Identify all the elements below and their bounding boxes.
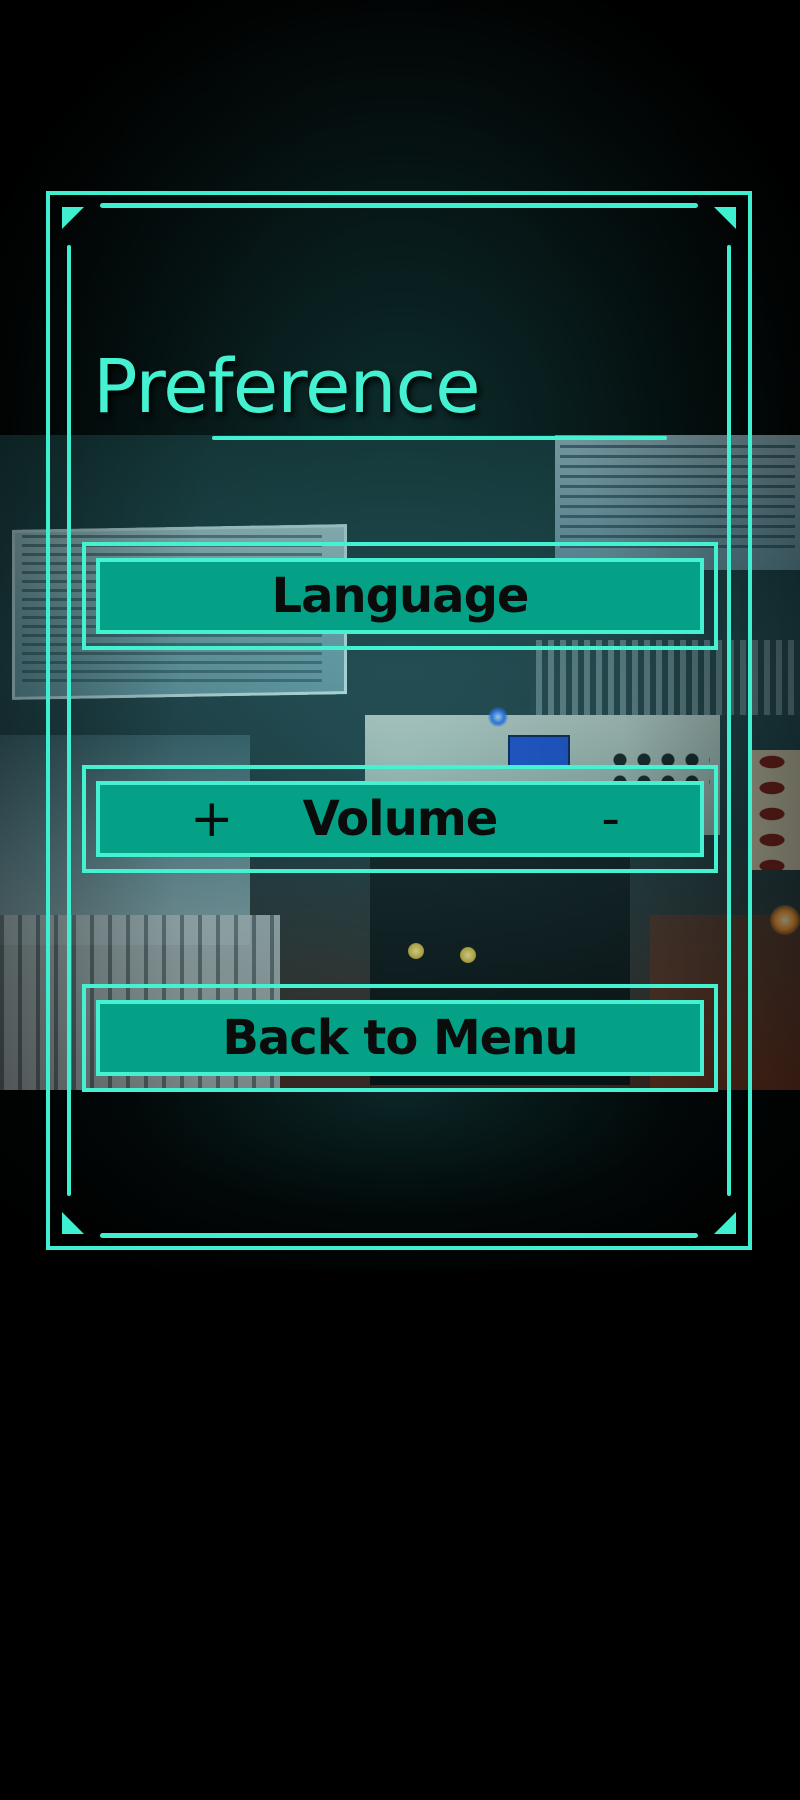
frame-line-right	[727, 245, 731, 1196]
back-to-menu-button[interactable]: Back to Menu	[82, 984, 718, 1092]
volume-label: Volume	[302, 791, 499, 847]
frame-corner-bottom-right	[714, 1212, 736, 1234]
volume-control: + Volume -	[82, 765, 718, 873]
frame-line-bottom	[100, 1233, 698, 1238]
frame-line-left	[67, 245, 71, 1196]
minus-icon[interactable]: -	[601, 793, 620, 845]
title-underline	[212, 436, 667, 440]
language-button[interactable]: Language	[82, 542, 718, 650]
back-to-menu-button-label: Back to Menu	[222, 1010, 578, 1066]
frame-line-top	[100, 203, 698, 208]
language-button-face[interactable]: Language	[96, 558, 704, 634]
frame-corner-bottom-left	[62, 1212, 84, 1234]
frame-corner-top-right	[714, 207, 736, 229]
plus-icon[interactable]: +	[190, 793, 234, 845]
photo-red-pads	[752, 750, 800, 870]
frame-corner-top-left	[62, 207, 84, 229]
back-to-menu-button-face[interactable]: Back to Menu	[96, 1000, 704, 1076]
volume-control-face: + Volume -	[96, 781, 704, 857]
page-title: Preference	[93, 344, 481, 430]
photo-orange-light	[770, 905, 800, 935]
language-button-label: Language	[271, 568, 530, 624]
